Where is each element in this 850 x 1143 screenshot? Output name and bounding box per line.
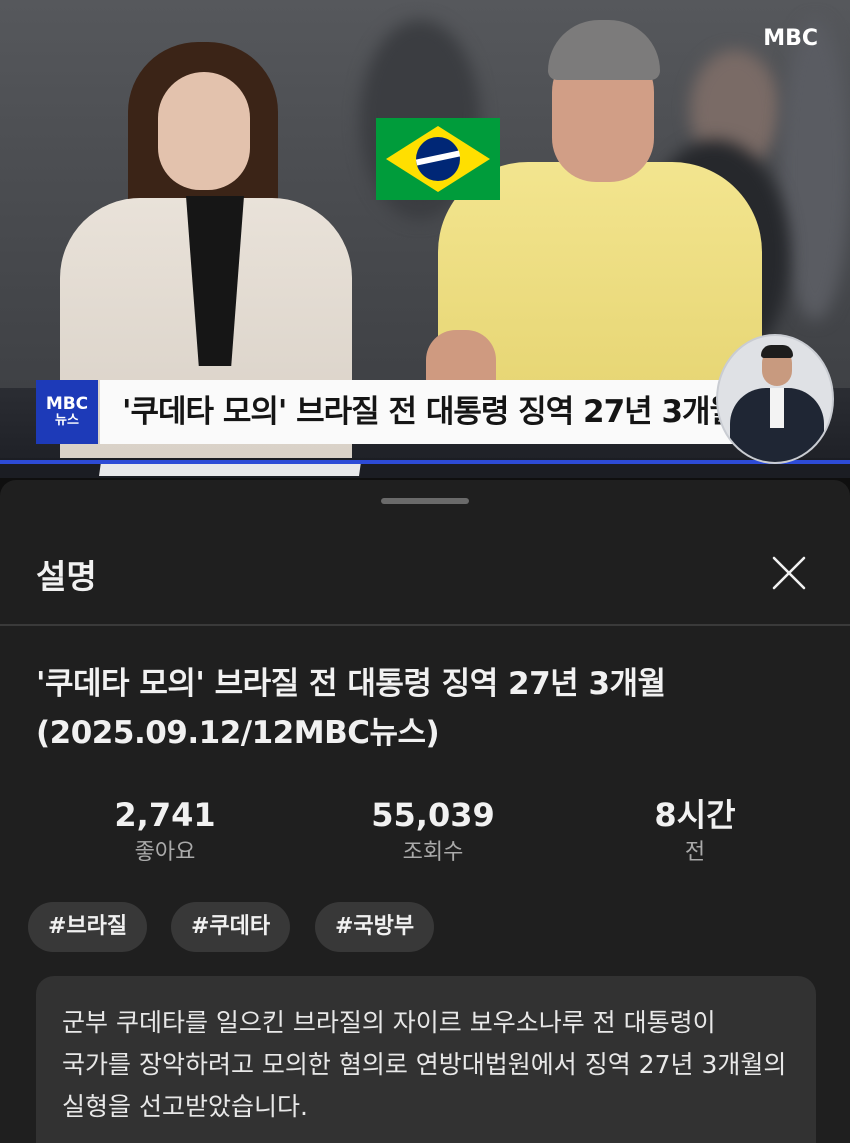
description-sheet: 설명 '쿠데타 모의' 브라질 전 대통령 징역 27년 3개월 (2025.0… [0, 480, 850, 1143]
caption-logo-top: MBC [45, 394, 89, 414]
sign-language-interpreter [716, 334, 834, 464]
sheet-title: 설명 [36, 557, 97, 596]
likes-count: 2,741 [114, 796, 216, 834]
caption-accent-line [0, 460, 850, 464]
divider [0, 624, 850, 626]
upload-time-label: 전 [684, 840, 706, 865]
caption-logo-bottom: 뉴스 [55, 413, 79, 428]
video-player[interactable]: MBC MBC 뉴스 '쿠데타 모의' 브라질 전 대통령 징역 27년 3개월 [0, 0, 850, 478]
video-title: '쿠데타 모의' 브라질 전 대통령 징역 27년 3개월 (2025.09.1… [36, 660, 816, 758]
mbc-news-logo: MBC 뉴스 [36, 380, 98, 444]
views-stat: 55,039 조회수 [333, 794, 533, 870]
close-button[interactable] [764, 548, 814, 598]
likes-label: 좋아요 [134, 840, 196, 865]
hashtag-chip[interactable]: #국방부 [315, 902, 435, 952]
hashtag-chip[interactable]: #브라질 [28, 902, 148, 952]
brazil-flag-icon [376, 118, 500, 200]
views-count: 55,039 [371, 796, 495, 834]
video-title-line: '쿠데타 모의' 브라질 전 대통령 징역 27년 3개월 [36, 666, 666, 702]
video-stats: 2,741 좋아요 55,039 조회수 8시간 전 [0, 794, 850, 874]
hashtag-chip[interactable]: #쿠데타 [171, 902, 291, 952]
close-icon [772, 556, 806, 590]
video-title-line: (2025.09.12/12MBC뉴스) [36, 715, 440, 751]
views-label: 조회수 [402, 840, 464, 865]
anchor-face [158, 72, 250, 190]
interpreter-hair [761, 345, 793, 358]
drag-handle[interactable] [381, 498, 469, 504]
channel-logo: MBC [763, 26, 818, 51]
news-caption-bar: MBC 뉴스 '쿠데타 모의' 브라질 전 대통령 징역 27년 3개월 [36, 380, 738, 444]
likes-stat: 2,741 좋아요 [65, 794, 265, 870]
news-caption-text: '쿠데타 모의' 브라질 전 대통령 징역 27년 3개월 [100, 380, 738, 444]
desk-paper [99, 462, 361, 476]
background-figure [780, 20, 850, 320]
upload-time-stat: 8시간 전 [595, 794, 795, 870]
upload-time-value: 8시간 [654, 796, 736, 834]
description-box[interactable]: 군부 쿠데타를 일으킨 브라질의 자이르 보우소나루 전 대통령이 국가를 장악… [36, 976, 816, 1143]
description-text: 군부 쿠데타를 일으킨 브라질의 자이르 보우소나루 전 대통령이 국가를 장악… [62, 1008, 787, 1121]
interpreter-shirt [770, 388, 784, 428]
person-hair [548, 20, 660, 80]
